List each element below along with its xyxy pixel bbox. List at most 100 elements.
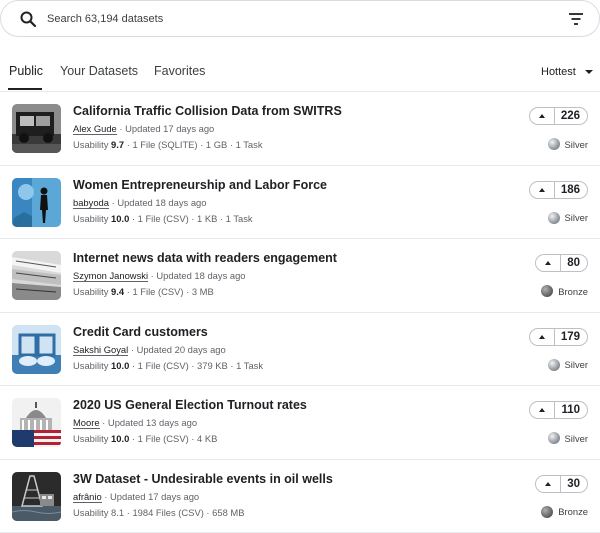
silver-medal-icon: [547, 358, 560, 371]
women-silhouette-thumbnail[interactable]: [12, 177, 61, 227]
dataset-stats: Usability 10.0 · 1 File (CSV) · 1 KB · 1…: [73, 212, 253, 224]
usability-score: 8.1: [111, 506, 125, 518]
search-bar: [0, 0, 600, 37]
usability-score: 9.7: [111, 139, 125, 150]
dataset-stats: Usability 9.7 · 1 File (SQLITE) · 1 GB ·…: [73, 139, 263, 150]
usability-score: 10.0: [111, 212, 130, 224]
bronze-medal-icon: [541, 505, 554, 518]
oil-rig-thumbnail[interactable]: [12, 471, 61, 521]
tab-favorites[interactable]: Favorites: [154, 64, 205, 78]
upvote-arrow-icon: [538, 114, 545, 118]
dataset-details: 1 File (CSV) · 1 KB · 1 Task: [137, 212, 253, 224]
vote-widget: 226: [528, 107, 588, 125]
dataset-updated: Updated 18 days ago: [156, 270, 246, 281]
dataset-title[interactable]: 2020 US General Election Turnout rates: [73, 398, 307, 412]
traffic-collision-thumbnail[interactable]: [12, 104, 61, 153]
sort-dropdown[interactable]: Hottest: [541, 66, 593, 78]
usability-label: Usability: [73, 506, 109, 518]
upvote-button[interactable]: [530, 181, 555, 198]
dataset-updated: Updated 18 days ago: [117, 196, 207, 208]
vote-count: 226: [560, 110, 580, 122]
dataset-stats: Usability 10.0 · 1 File (CSV) · 4 KB: [73, 433, 218, 444]
dataset-updated: Updated 17 days ago: [125, 123, 215, 134]
dataset-details: 1 File (CSV) · 379 KB · 1 Task: [137, 359, 264, 371]
medal-label: Bronze: [558, 506, 588, 517]
usability-label: Usability: [73, 212, 109, 224]
dataset-details: 1984 Files (CSV) · 658 MB: [132, 506, 245, 518]
silver-medal-icon: [547, 211, 560, 224]
sort-dropdown-label: Hottest: [541, 66, 576, 78]
dataset-row[interactable]: 3W Dataset - Undesirable events in oil w…: [0, 460, 600, 533]
upvote-button[interactable]: [536, 255, 562, 271]
upvote-arrow-icon: [545, 261, 552, 265]
dataset-meta: Sakshi Goyal · Updated 20 days ago: [73, 343, 226, 356]
dataset-title[interactable]: 3W Dataset - Undesirable events in oil w…: [73, 472, 333, 486]
dataset-row[interactable]: Internet news data with readers engageme…: [0, 239, 600, 313]
dataset-details: 1 File (CSV) · 3 MB: [132, 286, 214, 297]
dataset-updated: Updated 13 days ago: [107, 417, 198, 428]
medal-badge: Bronze: [541, 505, 588, 518]
search-icon[interactable]: [19, 10, 37, 28]
dataset-row[interactable]: Women Entrepreneurship and Labor Force b…: [0, 166, 600, 239]
upvote-button[interactable]: [530, 108, 555, 124]
caret-down-icon: [584, 70, 593, 74]
dataset-row[interactable]: California Traffic Collision Data from S…: [0, 92, 600, 166]
dataset-title[interactable]: California Traffic Collision Data from S…: [73, 104, 342, 118]
upvote-button[interactable]: [536, 475, 562, 492]
medal-label: Bronze: [558, 285, 588, 297]
dataset-author-link[interactable]: babyoda: [73, 196, 109, 209]
vote-widget: 80: [535, 254, 588, 272]
dataset-updated: Updated 17 days ago: [110, 490, 200, 502]
upvote-arrow-icon: [539, 408, 546, 412]
vote-widget: 30: [535, 474, 588, 493]
vote-count: 186: [560, 183, 580, 196]
vote-widget: 186: [528, 180, 588, 199]
vote-widget: 179: [528, 327, 588, 346]
dataset-author-link[interactable]: Sakshi Goyal: [73, 343, 129, 356]
dataset-details: 1 File (CSV) · 4 KB: [137, 433, 218, 444]
dataset-author-link[interactable]: Szymon Janowski: [73, 270, 149, 282]
dataset-row[interactable]: 2020 US General Election Turnout rates M…: [0, 386, 600, 460]
dataset-stats: Usability 8.1 · 1984 Files (CSV) · 658 M…: [73, 506, 245, 518]
filter-icon[interactable]: [567, 11, 585, 27]
usability-score: 10.0: [111, 359, 130, 371]
newspapers-thumbnail[interactable]: [12, 251, 61, 300]
usability-label: Usability: [73, 139, 109, 150]
dataset-stats: Usability 9.4 · 1 File (CSV) · 3 MB: [73, 286, 214, 297]
dataset-title[interactable]: Internet news data with readers engageme…: [73, 251, 337, 265]
vote-count: 80: [567, 257, 580, 269]
usability-score: 10.0: [111, 433, 130, 444]
usability-label: Usability: [73, 359, 109, 371]
dataset-title[interactable]: Women Entrepreneurship and Labor Force: [73, 178, 327, 192]
credit-card-thumbnail[interactable]: [12, 324, 61, 374]
upvote-arrow-icon: [545, 481, 552, 486]
medal-badge: Silver: [547, 211, 588, 224]
medal-label: Silver: [564, 432, 588, 444]
medal-badge: Bronze: [541, 285, 588, 297]
dataset-meta: Moore · Updated 13 days ago: [73, 417, 198, 429]
tab-public[interactable]: Public: [9, 64, 43, 78]
search-input[interactable]: [47, 9, 527, 29]
dataset-author-link[interactable]: Moore: [73, 417, 100, 429]
vote-count: 179: [560, 330, 580, 343]
dataset-author-link[interactable]: afrânio: [73, 490, 102, 503]
bronze-medal-icon: [541, 285, 554, 297]
dataset-stats: Usability 10.0 · 1 File (CSV) · 379 KB ·…: [73, 359, 264, 371]
usability-label: Usability: [73, 286, 109, 297]
dataset-meta: Szymon Janowski · Updated 18 days ago: [73, 270, 246, 282]
dataset-author-link[interactable]: Alex Gude: [73, 123, 117, 135]
medal-label: Silver: [564, 212, 588, 223]
medal-badge: Silver: [547, 432, 588, 444]
dataset-row[interactable]: Credit Card customers Sakshi Goyal · Upd…: [0, 313, 600, 386]
upvote-arrow-icon: [538, 187, 545, 192]
dataset-title[interactable]: Credit Card customers: [73, 325, 208, 339]
upvote-button[interactable]: [530, 328, 555, 345]
upvote-arrow-icon: [538, 334, 545, 339]
us-capitol-thumbnail[interactable]: [12, 398, 61, 447]
upvote-button[interactable]: [530, 402, 556, 418]
medal-label: Silver: [564, 359, 588, 370]
dataset-updated: Updated 20 days ago: [136, 343, 226, 355]
dataset-details: 1 File (SQLITE) · 1 GB · 1 Task: [132, 139, 263, 150]
tab-your-datasets[interactable]: Your Datasets: [60, 64, 138, 78]
silver-medal-icon: [547, 432, 560, 444]
